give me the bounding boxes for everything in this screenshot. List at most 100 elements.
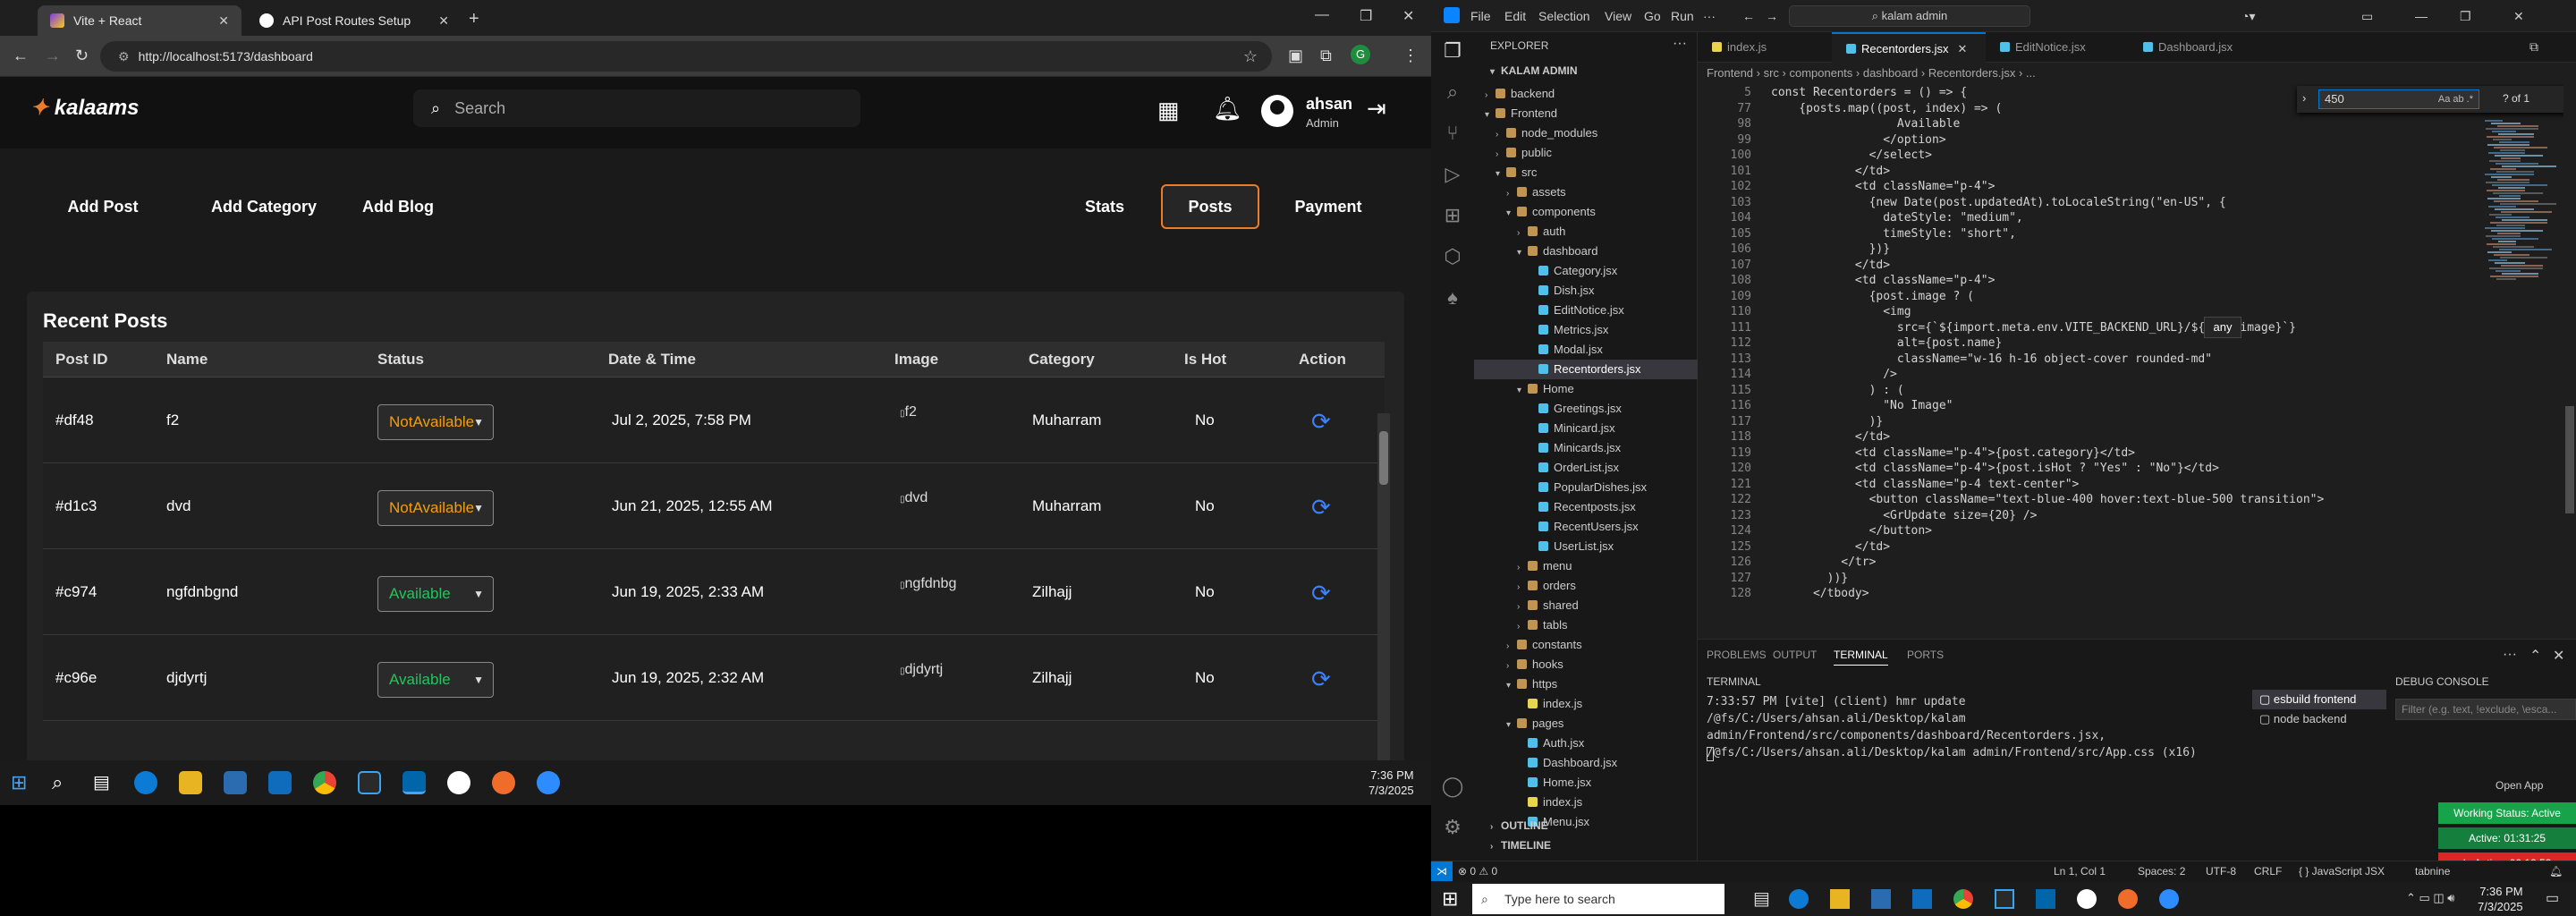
forward-icon[interactable]: → (45, 47, 61, 65)
tree-file[interactable]: Category.jsx (1474, 261, 1698, 281)
close-icon[interactable]: ✕ (438, 13, 449, 29)
maximize-icon[interactable]: ❐ (1360, 7, 1372, 25)
code-line[interactable]: </option> (1771, 133, 1945, 147)
tree-file[interactable]: Dashboard.jsx (1474, 753, 1698, 773)
edge-icon[interactable] (1789, 889, 1809, 909)
indentation[interactable]: Spaces: 2 (2138, 861, 2185, 881)
stats-tab[interactable]: Stats (1055, 184, 1154, 229)
tree-file[interactable]: Minicards.jsx (1474, 438, 1698, 458)
zoom-icon[interactable] (537, 771, 560, 794)
browser-menu-icon[interactable]: ⋮ (1402, 47, 1419, 65)
copilot-icon[interactable]: ◔▾ (2241, 9, 2255, 24)
taskbar-clock[interactable]: 7:36 PM 7/3/2025 (1368, 768, 1414, 798)
site-info-icon[interactable]: ⚙ (118, 49, 130, 64)
notifications-bell-icon[interactable]: 🔔︎ (2549, 861, 2563, 881)
nav-back-icon[interactable]: ← (1742, 9, 1755, 23)
code-editor[interactable]: 5 const Recentorders = () => {77 {posts.m… (1698, 84, 2576, 639)
line-ending[interactable]: CRLF (2254, 861, 2282, 881)
encoding[interactable]: UTF-8 (2206, 861, 2236, 881)
breadcrumb[interactable]: Frontend › src › components › dashboard … (1698, 63, 2576, 84)
menu-file[interactable]: File (1470, 9, 1491, 23)
update-icon[interactable]: ⟳ (1311, 408, 1331, 436)
search-bar[interactable]: ⌕ Search (413, 89, 860, 127)
code-line[interactable]: <td className="p-4 text-center"> (1771, 478, 2079, 491)
code-line[interactable]: </select> (1771, 148, 1932, 162)
add-blog-button[interactable]: Add Blog (349, 184, 447, 229)
tree-folder[interactable]: › shared (1474, 596, 1698, 615)
logout-icon[interactable]: ⇥ (1367, 95, 1386, 123)
code-line[interactable]: <img (1771, 305, 1911, 318)
user-avatar[interactable] (1261, 95, 1293, 127)
outline-section[interactable]: › OUTLINE (1490, 819, 1548, 832)
close-window-icon[interactable]: ✕ (1402, 7, 1414, 25)
code-line[interactable]: dateStyle: "medium", (1771, 211, 2023, 225)
terminal-item-esbuild[interactable]: ▢ esbuild frontend (2252, 690, 2386, 709)
store-icon[interactable] (224, 771, 247, 794)
code-line[interactable]: Available (1771, 117, 1960, 131)
url-field[interactable]: ⚙ http://localhost:5173/dashboard ☆ (100, 41, 1272, 72)
grid-icon[interactable]: ▦ (1157, 97, 1180, 124)
more-actions-icon[interactable]: ··· (2503, 647, 2517, 663)
code-line[interactable]: <td className="p-4">{post.category}</td> (1771, 446, 2135, 460)
tree-file[interactable]: Modal.jsx (1474, 340, 1698, 360)
menu-more[interactable]: ··· (1703, 9, 1716, 23)
maximize-panel-icon[interactable]: ⌃ (2529, 647, 2541, 665)
menu-run[interactable]: Run (1671, 9, 1694, 23)
search-icon[interactable]: ⌕ (1440, 81, 1465, 106)
update-icon[interactable]: ⟳ (1311, 494, 1331, 522)
remote-indicator-icon[interactable]: ⋊ (1431, 861, 1453, 881)
minimize-icon[interactable]: — (1315, 7, 1329, 23)
vscode-icon[interactable] (2036, 889, 2055, 909)
profile-avatar[interactable]: G (1351, 45, 1370, 64)
code-line[interactable]: <td className="p-4"> (1771, 274, 1996, 287)
system-tray-icons[interactable]: ⌃ ▭ ◫ 🔊︎ (2406, 891, 2454, 905)
tree-folder[interactable]: › hooks (1474, 655, 1698, 674)
explorer-icon[interactable]: ❐ (1440, 39, 1465, 64)
tree-folder[interactable]: › public (1474, 143, 1698, 163)
back-icon[interactable]: ← (13, 47, 29, 65)
source-control-icon[interactable]: ⑂ (1440, 122, 1465, 147)
editor-tab-dashboard[interactable]: Dashboard.jsx (2129, 32, 2272, 63)
code-line[interactable]: alt={post.name} (1771, 336, 2002, 350)
code-line[interactable]: </tr> (1771, 556, 1876, 569)
code-line[interactable]: </button> (1771, 524, 1932, 538)
tree-file[interactable]: Auth.jsx (1474, 734, 1698, 753)
code-line[interactable]: {new Date(post.updatedAt).toLocaleString… (1771, 196, 2226, 209)
vs-icon[interactable] (1995, 889, 2014, 909)
code-line[interactable]: "No Image" (1771, 399, 1953, 412)
tree-file[interactable]: PopularDishes.jsx (1474, 478, 1698, 497)
close-icon[interactable]: ✕ (1958, 42, 1968, 55)
payment-tab[interactable]: Payment (1279, 184, 1377, 229)
app-icon[interactable] (2077, 889, 2097, 909)
bookmark-star-icon[interactable]: ☆ (1243, 47, 1258, 66)
remote-icon[interactable]: ⬡ (1440, 245, 1465, 270)
tree-folder[interactable]: ▾ https (1474, 674, 1698, 694)
panel-tab-problems[interactable]: PROBLEMS (1707, 649, 1767, 661)
mail-icon[interactable] (268, 771, 292, 794)
mail-icon[interactable] (1912, 889, 1932, 909)
status-select[interactable]: Available ▼ (377, 576, 494, 612)
terminal-output[interactable]: 7:33:57 PM [vite] (client) hmr update /@… (1707, 693, 2207, 761)
tree-folder[interactable]: › tabls (1474, 615, 1698, 635)
edge-icon[interactable] (134, 771, 157, 794)
tree-folder[interactable]: › menu (1474, 556, 1698, 576)
postman-icon[interactable] (492, 771, 515, 794)
code-line[interactable]: )} (1771, 415, 1884, 428)
menu-go[interactable]: Go (1644, 9, 1661, 23)
vs-icon[interactable] (358, 771, 381, 794)
code-line[interactable]: <td className="p-4"> (1771, 180, 1996, 193)
account-icon[interactable]: ◯ (1440, 775, 1465, 800)
tree-folder[interactable]: ▾ components (1474, 202, 1698, 222)
chrome-icon[interactable] (313, 771, 336, 794)
menu-selection[interactable]: Selection (1538, 9, 1590, 23)
code-line[interactable]: className="w-16 h-16 object-cover rounde… (1771, 352, 2212, 366)
problems-count[interactable]: ⊗ 0 ⚠ 0 (1458, 861, 1497, 881)
add-post-button[interactable]: Add Post (54, 184, 152, 229)
code-line[interactable]: /> (1771, 368, 1897, 381)
app-icon[interactable] (447, 771, 470, 794)
nav-forward-icon[interactable]: → (1766, 9, 1778, 23)
menu-view[interactable]: View (1605, 9, 1631, 23)
code-line[interactable]: </td> (1771, 165, 1890, 178)
status-select[interactable]: NotAvailable ▼ (377, 490, 494, 526)
maximize-icon[interactable]: ❐ (2460, 9, 2471, 24)
